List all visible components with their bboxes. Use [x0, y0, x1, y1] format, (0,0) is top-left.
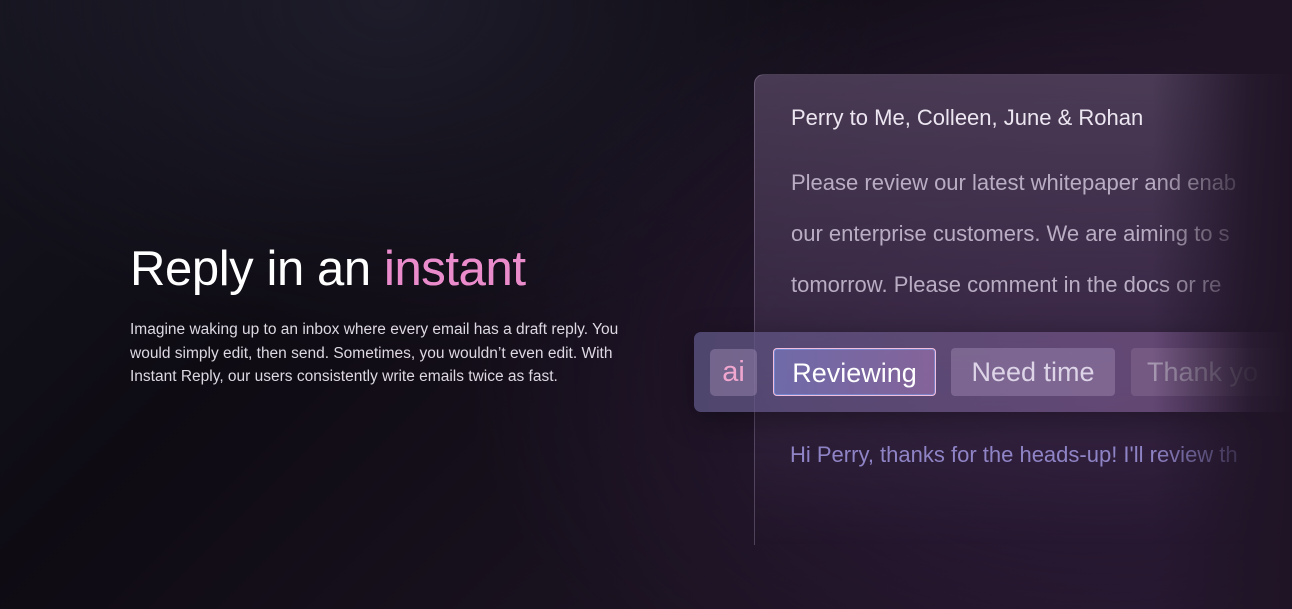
email-sender-line: Perry to Me, Colleen, June & Rohan: [791, 105, 1144, 130]
email-card: Perry to Me, Colleen, June & Rohan Pleas…: [754, 74, 1292, 545]
draft-reply-text[interactable]: Hi Perry, thanks for the heads-up! I'll …: [790, 442, 1238, 468]
hero-title-prefix: Reply in an: [130, 242, 384, 296]
email-body-line: our enterprise customers. We are aiming …: [791, 221, 1230, 246]
suggestion-bar: ai Reviewing Need time Thank yo: [694, 332, 1292, 412]
email-body-line: Please review our latest whitepaper and …: [791, 170, 1237, 195]
hero-description: Imagine waking up to an inbox where ever…: [130, 321, 619, 385]
suggestion-chip-reviewing[interactable]: Reviewing: [773, 348, 936, 396]
hero-title-accent: instant: [383, 242, 526, 296]
email-body-line: tomorrow. Please comment in the docs or …: [791, 272, 1222, 297]
ai-badge: ai: [710, 349, 757, 396]
suggestion-chip-need-time[interactable]: Need time: [951, 348, 1115, 396]
hero-section: Reply in an instant Imagine waking up to…: [130, 238, 650, 389]
hero-title: Reply in an instant: [130, 238, 650, 300]
suggestion-chip-thank-you[interactable]: Thank yo: [1131, 348, 1292, 396]
